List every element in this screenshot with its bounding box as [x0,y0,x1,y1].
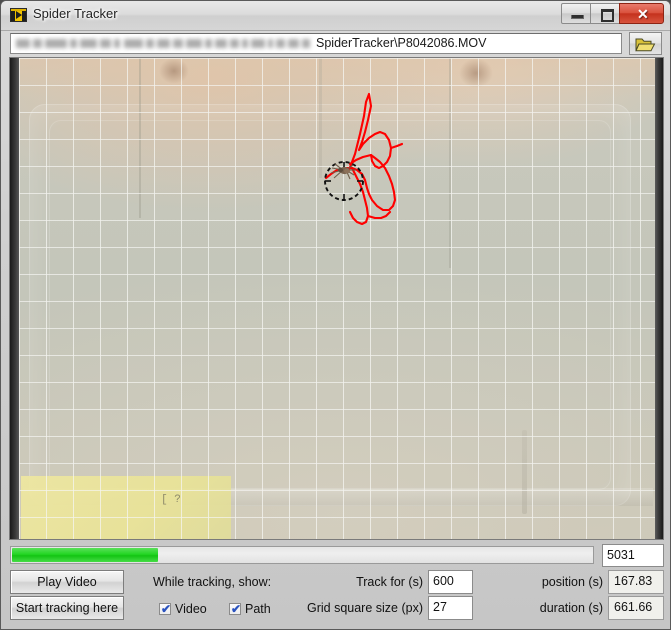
browse-folder-button[interactable] [629,32,662,55]
check-icon: ✔ [231,602,242,616]
frame-counter-field[interactable]: 5031 [602,544,664,567]
position-label: position (s) [541,575,603,589]
video-frame: [ ? [19,58,657,539]
frame-counter-value: 5031 [607,548,635,562]
start-tracking-button[interactable]: Start tracking here [10,596,124,620]
grid-square-size-label: Grid square size (px) [306,601,423,615]
spider-subject [330,163,356,180]
video-path-text: SpiderTracker\P8042086.MOV [316,36,487,50]
duration-value: 661.66 [614,600,653,614]
scene-blob-left [159,58,189,84]
camera-watermark [645,456,654,534]
close-button[interactable]: ✕ [619,3,664,24]
minimize-icon [571,15,584,19]
window-title: Spider Tracker [33,6,118,21]
scene-seam-a [139,58,141,218]
sticky-note-mark: [ ? [161,494,181,506]
path-checkbox-box[interactable]: ✔ [229,602,242,616]
playback-progress-row: 5031 [1,544,670,570]
video-display[interactable]: [ ? [9,57,664,540]
track-for-label: Track for (s) [356,575,423,589]
control-panel: Play Video Start tracking here While tra… [1,568,670,626]
play-video-button[interactable]: Play Video [10,570,124,594]
labview-icon [10,8,27,22]
path-redacted-prefix [14,37,312,51]
scene-seam-c [319,58,322,178]
maximize-icon [601,9,614,22]
duration-label: duration (s) [539,601,603,615]
position-value-field: 167.83 [608,570,664,594]
scene-top-haze [19,58,657,98]
sticky-note: [ ? [21,476,231,539]
playback-progress-fill [12,548,158,562]
while-tracking-label: While tracking, show: [153,575,272,589]
scene-object-right [522,430,527,514]
maximize-button[interactable] [590,3,620,24]
minimize-button[interactable] [561,3,591,24]
duration-value-field: 661.66 [608,596,664,620]
video-letterbox-right [655,58,663,539]
playback-progress-bar[interactable] [10,546,594,564]
video-path-input[interactable]: SpiderTracker\P8042086.MOV [10,33,622,54]
title-bar: Spider Tracker ✕ [1,1,670,31]
path-bar: SpiderTracker\P8042086.MOV [1,30,670,57]
video-checkbox-label: Video [175,602,207,616]
video-checkbox-box[interactable]: ✔ [159,602,172,616]
scene-seam-b [449,58,451,268]
grid-square-size-value: 27 [433,600,447,614]
spider-tracker-window: Spider Tracker ✕ SpiderTracker\P8042086.… [0,0,671,630]
check-icon: ✔ [161,602,172,616]
video-letterbox-left [10,58,19,539]
position-value: 167.83 [614,574,653,588]
scene-blob-right [459,58,493,88]
track-for-value: 600 [433,574,454,588]
close-icon: ✕ [637,6,649,22]
open-folder-icon [635,38,656,52]
